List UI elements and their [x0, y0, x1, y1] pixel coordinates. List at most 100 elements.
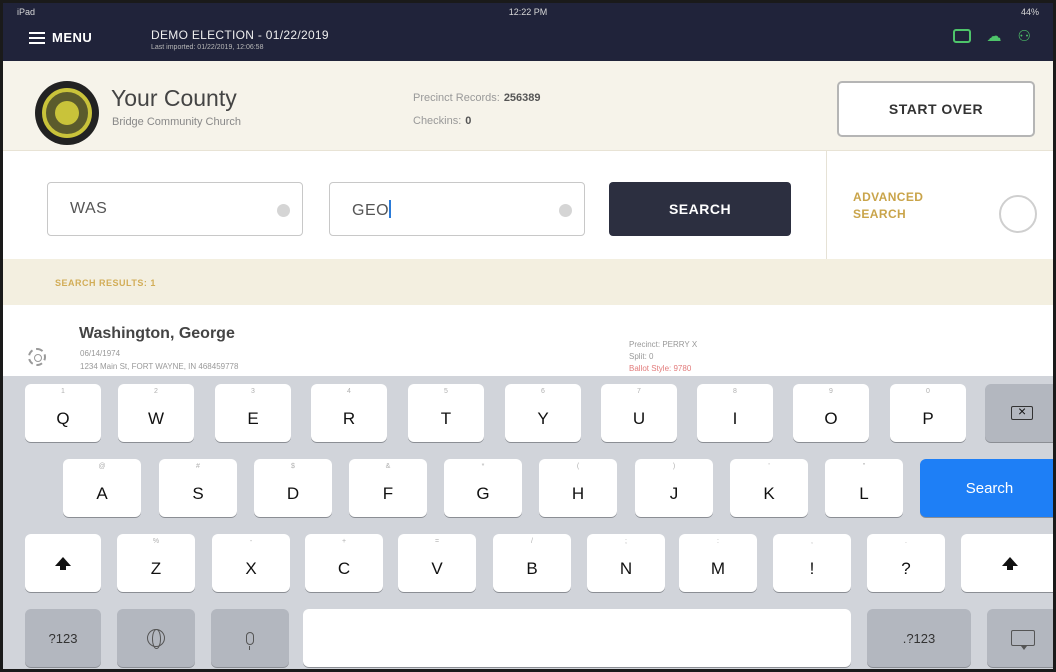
key-label: I: [732, 409, 738, 428]
cloud-icon[interactable]: ☁: [987, 29, 1002, 45]
search-button[interactable]: SEARCH: [609, 182, 791, 236]
microphone-icon: [246, 631, 254, 650]
key-question[interactable]: .?: [867, 534, 945, 592]
key-label: V: [431, 559, 443, 578]
key-w[interactable]: 2W: [118, 384, 194, 442]
space-key[interactable]: [303, 609, 851, 667]
clear-last-name-icon[interactable]: [277, 204, 290, 217]
key-label: A: [96, 484, 108, 503]
search-key[interactable]: Search: [920, 459, 1053, 517]
menu-button[interactable]: MENU: [29, 30, 92, 45]
key-label: F: [382, 484, 394, 503]
first-name-value-wrap: GEO: [352, 200, 391, 220]
first-name-value: GEO: [352, 202, 390, 219]
keyboard-hide-icon: [1011, 630, 1035, 650]
key-j[interactable]: ) J: [635, 459, 713, 517]
key-f[interactable]: & F: [349, 459, 427, 517]
county-name: Your County: [111, 85, 237, 111]
key-label: O: [824, 409, 838, 428]
key-n[interactable]: ; N: [587, 534, 665, 592]
key-t[interactable]: 5T: [408, 384, 484, 442]
voter-precinct-info: Precinct: PERRY X Split: 0 Ballot Style:…: [629, 339, 697, 375]
polling-site: Bridge Community Church: [112, 116, 241, 128]
key-r[interactable]: 4R: [311, 384, 387, 442]
key-v[interactable]: = V: [398, 534, 476, 592]
key-hint: ": [862, 463, 866, 470]
key-hint: ): [672, 463, 676, 470]
key-g[interactable]: * G: [444, 459, 522, 517]
ballot-style: Ballot Style: 9780: [629, 364, 692, 373]
hide-keyboard-key[interactable]: [987, 609, 1053, 667]
globe-key[interactable]: [117, 609, 195, 667]
status-time: 12:22 PM: [508, 7, 548, 17]
precinct-stats: Precinct Records: 256389 Checkins: 0: [413, 87, 541, 133]
key-s[interactable]: # S: [159, 459, 237, 517]
key-label: L: [859, 484, 869, 503]
key-label: E: [247, 409, 259, 428]
advanced-label-line2: SEARCH: [853, 207, 907, 221]
key-a[interactable]: @ A: [63, 459, 141, 517]
key-hint: /: [531, 538, 533, 545]
people-icon[interactable]: ⚇: [1018, 29, 1031, 45]
key-label: J: [669, 484, 679, 503]
settings-gear-icon[interactable]: [28, 348, 46, 366]
backspace-key[interactable]: [985, 384, 1053, 442]
key-label: P: [922, 409, 934, 428]
election-title: DEMO ELECTION - 01/22/2019: [151, 28, 329, 42]
key-u[interactable]: 7U: [601, 384, 677, 442]
key-label: Y: [537, 409, 549, 428]
key-d[interactable]: $ D: [254, 459, 332, 517]
key-hint: -: [249, 538, 253, 545]
key-hint: $: [291, 463, 295, 470]
last-name-input[interactable]: WAS: [47, 182, 303, 236]
key-c[interactable]: + C: [305, 534, 383, 592]
key-m[interactable]: :M: [679, 534, 757, 592]
key-h[interactable]: (H: [539, 459, 617, 517]
onscreen-keyboard: 1Q 2W 3E 4R 5T 6Y 7U 8I 9O 0P @A #S $D &…: [3, 376, 1053, 669]
shift-left-key[interactable]: [25, 534, 101, 592]
precinct-records-value: 256389: [503, 92, 541, 104]
clear-first-name-icon[interactable]: [559, 204, 572, 217]
key-exclaim[interactable]: ,!: [773, 534, 851, 592]
key-o[interactable]: 9O: [793, 384, 869, 442]
nav-bar: iPad 12:22 PM 44% MENU DEMO ELECTION - 0…: [3, 3, 1053, 61]
key-y[interactable]: 6Y: [505, 384, 581, 442]
key-hint: .: [905, 538, 907, 545]
key-hint: 6: [541, 388, 545, 395]
advanced-search-toggle[interactable]: [999, 195, 1037, 233]
search-panel: WAS GEO SEARCH ADVANCED SEARCH: [3, 151, 1053, 259]
result-row[interactable]: Washington, George 06/14/1974 1234 Main …: [3, 305, 1053, 377]
key-label: T: [440, 409, 452, 428]
key-p[interactable]: 0P: [890, 384, 966, 442]
key-hint: +: [341, 538, 347, 545]
voter-address: 1234 Main St, FORT WAYNE, IN 468459778: [80, 362, 239, 371]
key-l[interactable]: " L: [825, 459, 903, 517]
key-label: B: [526, 559, 538, 578]
key-k[interactable]: ' K: [730, 459, 808, 517]
key-hint: ,: [811, 538, 813, 545]
printer-icon[interactable]: [952, 29, 971, 43]
key-hint: :: [717, 538, 719, 545]
key-label: !: [809, 559, 815, 578]
county-seal-logo: [35, 81, 99, 145]
split: Split: 0: [629, 352, 654, 361]
key-hint: 5: [444, 388, 448, 395]
key-hint: *: [481, 463, 485, 470]
key-q[interactable]: 1Q: [25, 384, 101, 442]
key-e[interactable]: 3E: [215, 384, 291, 442]
dictation-key[interactable]: [211, 609, 289, 667]
numbers-key-right[interactable]: .?123: [867, 609, 971, 667]
voter-name: Washington, George: [79, 325, 235, 342]
precinct-records-label: Precinct Records:: [413, 92, 500, 104]
key-label: W: [147, 409, 165, 428]
first-name-input[interactable]: GEO: [329, 182, 585, 236]
shift-right-key[interactable]: [961, 534, 1053, 592]
key-i[interactable]: 8I: [697, 384, 773, 442]
start-over-button[interactable]: START OVER: [837, 81, 1035, 137]
key-x[interactable]: -X: [212, 534, 290, 592]
key-hint: 2: [154, 388, 158, 395]
voter-dob: 06/14/1974: [80, 349, 121, 358]
key-b[interactable]: / B: [493, 534, 571, 592]
key-z[interactable]: % Z: [117, 534, 195, 592]
numbers-key-left[interactable]: ?123: [25, 609, 101, 667]
